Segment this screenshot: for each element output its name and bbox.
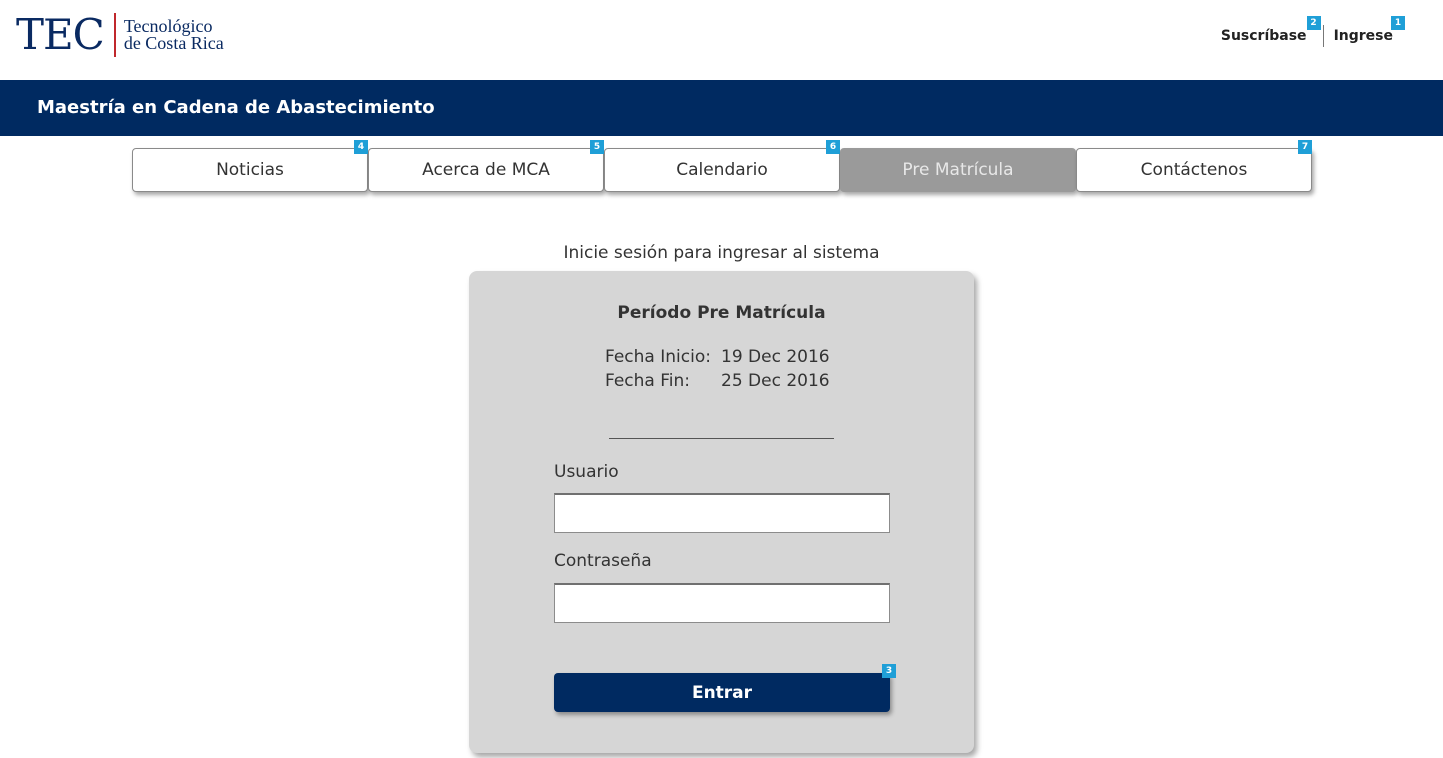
tab-contactenos[interactable]: Contáctenos 7 [1076, 140, 1312, 192]
subscribe-label: Suscríbase [1220, 28, 1307, 44]
logo-subtitle: Tecnológico de Costa Rica [123, 17, 224, 53]
period-dates: Fecha Inicio: 19 Dec 2016 Fecha Fin: 25 … [605, 345, 830, 393]
tab-label: Pre Matrícula [902, 160, 1014, 180]
submit-badge: 3 [882, 664, 896, 678]
main-tabs: Noticias 4 Acerca de MCA 5 Calendario 6 … [132, 140, 1312, 192]
login-link[interactable]: Ingrese 1 [1333, 16, 1405, 48]
card-divider [609, 438, 834, 439]
tab-label: Acerca de MCA [422, 160, 550, 180]
subscribe-link[interactable]: Suscríbase 2 [1220, 16, 1321, 48]
tab-pre-matricula[interactable]: Pre Matrícula [840, 148, 1076, 192]
top-nav: Suscríbase 2 Ingrese 1 [1220, 16, 1405, 48]
username-input[interactable] [554, 493, 890, 533]
password-label: Contraseña [554, 551, 652, 571]
login-label: Ingrese [1333, 28, 1393, 44]
login-card: Período Pre Matrícula Fecha Inicio: 19 D… [469, 271, 974, 753]
tab-badge: 7 [1298, 140, 1312, 154]
submit-button[interactable]: Entrar [554, 673, 890, 712]
logo-acronym: TEC [16, 10, 105, 59]
period-title: Período Pre Matrícula [617, 303, 826, 323]
logo-line-2: de Costa Rica [123, 33, 224, 53]
submit-label: Entrar [691, 682, 753, 703]
password-input[interactable] [554, 583, 890, 623]
tab-noticias[interactable]: Noticias 4 [132, 140, 368, 192]
end-date-value: 25 Dec 2016 [721, 371, 830, 391]
tec-logo[interactable]: TEC Tecnológico de Costa Rica [16, 10, 224, 60]
tab-badge: 4 [354, 140, 368, 154]
username-label: Usuario [554, 462, 619, 482]
end-date-label: Fecha Fin: [605, 371, 691, 391]
start-date-label: Fecha Inicio: [605, 347, 711, 367]
tab-calendario[interactable]: Calendario 6 [604, 140, 840, 192]
login-intro: Inicie sesión para ingresar al sistema [563, 243, 880, 263]
tab-badge: 6 [826, 140, 840, 154]
top-nav-separator [1322, 25, 1324, 47]
login-badge: 1 [1391, 16, 1405, 30]
subscribe-badge: 2 [1306, 16, 1321, 30]
tab-acerca-de-mca[interactable]: Acerca de MCA 5 [368, 140, 604, 192]
logo-divider [113, 13, 116, 57]
program-title: Maestría en Cadena de Abastecimiento [37, 97, 435, 118]
tab-label: Contáctenos [1140, 160, 1248, 180]
start-date-value: 19 Dec 2016 [721, 347, 830, 367]
tab-label: Calendario [676, 160, 768, 180]
tab-badge: 5 [590, 140, 604, 154]
program-banner: Maestría en Cadena de Abastecimiento [0, 80, 1443, 136]
tab-label: Noticias [216, 160, 284, 180]
